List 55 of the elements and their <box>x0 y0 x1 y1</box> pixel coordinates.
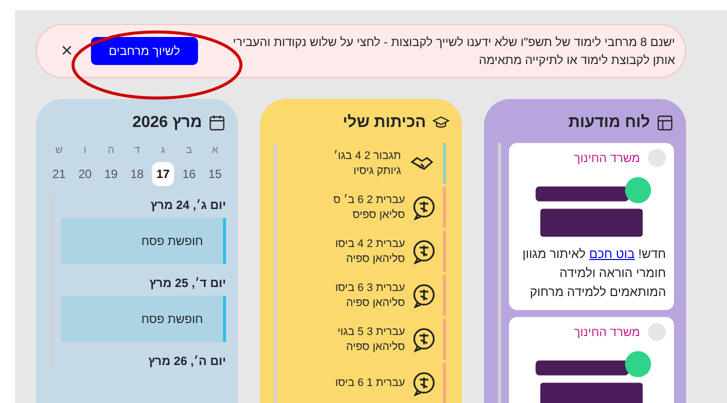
calendar-month: מרץ 2026 <box>132 113 202 133</box>
panel-title: הכיתות שלי <box>342 113 426 133</box>
class-item[interactable]: עברית 3 5 בגוי סליהאן ספיה <box>285 319 446 360</box>
panel-title: לוח מודעות <box>568 113 650 133</box>
calendar-day[interactable]: 17 <box>152 162 174 186</box>
weekday-label: ג <box>160 144 166 158</box>
close-button[interactable]: × <box>59 41 75 61</box>
post-author: משרד החינוך <box>574 150 640 167</box>
chat-bubble-icon <box>411 282 437 308</box>
class-name: תגבור 2 4 בגו׳ <box>334 148 401 164</box>
class-name: עברית 3 5 בגוי <box>338 324 405 340</box>
class-item[interactable]: עברית 3 6 ביסו סליהאן ספיה <box>285 275 446 316</box>
teacher-name: סליהאן ספיה <box>345 296 405 310</box>
class-item[interactable]: עברית 2 6 ב׳ ס סליאן ספיס <box>285 187 446 228</box>
post-link[interactable]: בוט חכם <box>589 247 635 261</box>
calendar-day[interactable]: 16 <box>178 162 200 186</box>
calendar-day[interactable]: 15 <box>204 162 226 186</box>
weekday-label: א <box>210 144 220 158</box>
weekday-label: ד <box>133 144 141 158</box>
class-name: עברית 2 4 ביסו <box>335 236 405 252</box>
class-name: עברית 1 6 ביסו <box>335 376 405 391</box>
class-item[interactable]: עברית 2 4 ביסו סליהאן ספיה <box>285 231 446 272</box>
owl-avatar <box>648 323 666 341</box>
calendar-day[interactable]: 19 <box>100 162 122 186</box>
class-item[interactable]: תגבור 2 4 בגו׳ גיותק גיסיו <box>285 143 446 184</box>
teacher-name: סליאן ספיס <box>352 208 405 222</box>
alert-message: ישנם 8 מרחבי לימוד של תשפ"ו שלא ידענו לשייך לקבוצות - לחצי על שלוש נקודות והעבירי אותן לקבוצת לימוד או לתיקייה מתאימה <box>232 34 675 69</box>
agenda-date: יום ה׳, 26 מרץ <box>147 353 226 370</box>
chat-bubble-icon <box>411 238 437 264</box>
calendar-day[interactable]: 21 <box>48 162 70 186</box>
calendar-icon <box>208 114 226 132</box>
calendar-day[interactable]: 18 <box>126 162 148 186</box>
layout-icon <box>656 114 674 132</box>
class-name: עברית 2 6 ב׳ ס <box>333 192 405 208</box>
chat-bubble-icon <box>411 194 437 220</box>
post-text: חדש! בוט חכם לאיתור מגוון חומרי הוראה ולמידה המותאמים ללמידה מרחוק <box>522 246 666 301</box>
teacher-name: סליהאן ספיה <box>345 340 405 354</box>
owl-avatar <box>648 149 666 167</box>
class-name: עברית 3 6 ביסו <box>335 280 405 296</box>
weekday-label: ה <box>106 144 116 158</box>
weekday-label: ו <box>82 144 88 158</box>
agenda-date: יום ד׳, 25 מרץ <box>148 275 226 292</box>
assign-spaces-button[interactable]: לשיוך מרחבים <box>90 37 198 65</box>
agenda-event[interactable]: חופשת פסח <box>61 218 226 264</box>
agenda-date: יום ג׳, 24 מרץ <box>150 197 226 214</box>
teacher-name: גיותק גיסיו <box>352 164 401 178</box>
weekday-label: ב <box>185 144 193 158</box>
post-author: משרד החינוך <box>574 324 640 341</box>
chat-bubble-icon <box>411 370 437 396</box>
class-item[interactable]: עברית 1 6 ביסו <box>285 363 446 403</box>
teacher-name: סליהאן ספיה <box>345 252 405 266</box>
calendar-day[interactable]: 20 <box>74 162 96 186</box>
chat-bubble-icon <box>411 326 437 352</box>
agenda-event[interactable]: חופשת פסח <box>61 296 226 342</box>
weekday-label: ש <box>54 144 64 158</box>
